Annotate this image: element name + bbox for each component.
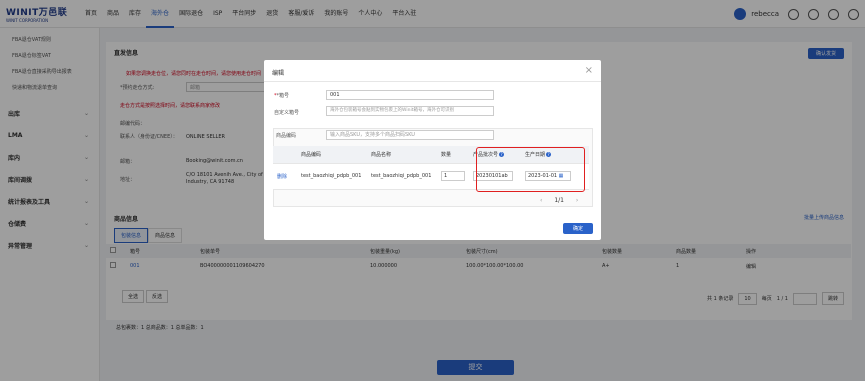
box-no-label: **箱号 [274, 93, 290, 99]
close-icon[interactable]: × [585, 65, 593, 76]
sku-input[interactable]: 输入商品SKU，支持多个商品扫码SKU [326, 130, 494, 140]
delete-link[interactable]: 删除 [273, 163, 297, 190]
quantity-input[interactable]: 1 [441, 171, 465, 181]
next-page-icon[interactable]: › [576, 197, 578, 204]
column-header: 商品名称 [367, 146, 437, 164]
confirm-button[interactable]: 确定 [562, 223, 593, 234]
highlight-box [476, 147, 585, 192]
box-no-label-text: *箱号 [276, 93, 290, 99]
dialog-pager-pages: 1/1 [554, 197, 564, 204]
custom-box-no-label: 自定义箱号 [274, 110, 300, 116]
column-header: 商品编码 [297, 146, 367, 164]
divider [264, 81, 601, 82]
column-header [273, 146, 297, 164]
custom-box-no-input[interactable]: 海外仓包装箱号会贴到实物包裹上的Winit箱号，海外仓可识别 [326, 106, 494, 116]
sku-label: 商品编码 [276, 133, 297, 139]
column-header: 数量 [437, 146, 469, 164]
prev-page-icon[interactable]: ‹ [540, 197, 542, 204]
sku-name: test_baozhiqi_pdpb_001 [367, 163, 437, 190]
sku-code: test_baozhiqi_pdpb_001 [297, 163, 367, 190]
box-no-input[interactable]: 001 [326, 90, 494, 100]
dialog-title: 编辑 [272, 70, 285, 77]
dialog-pager: ‹ 1/1 › [540, 197, 578, 204]
